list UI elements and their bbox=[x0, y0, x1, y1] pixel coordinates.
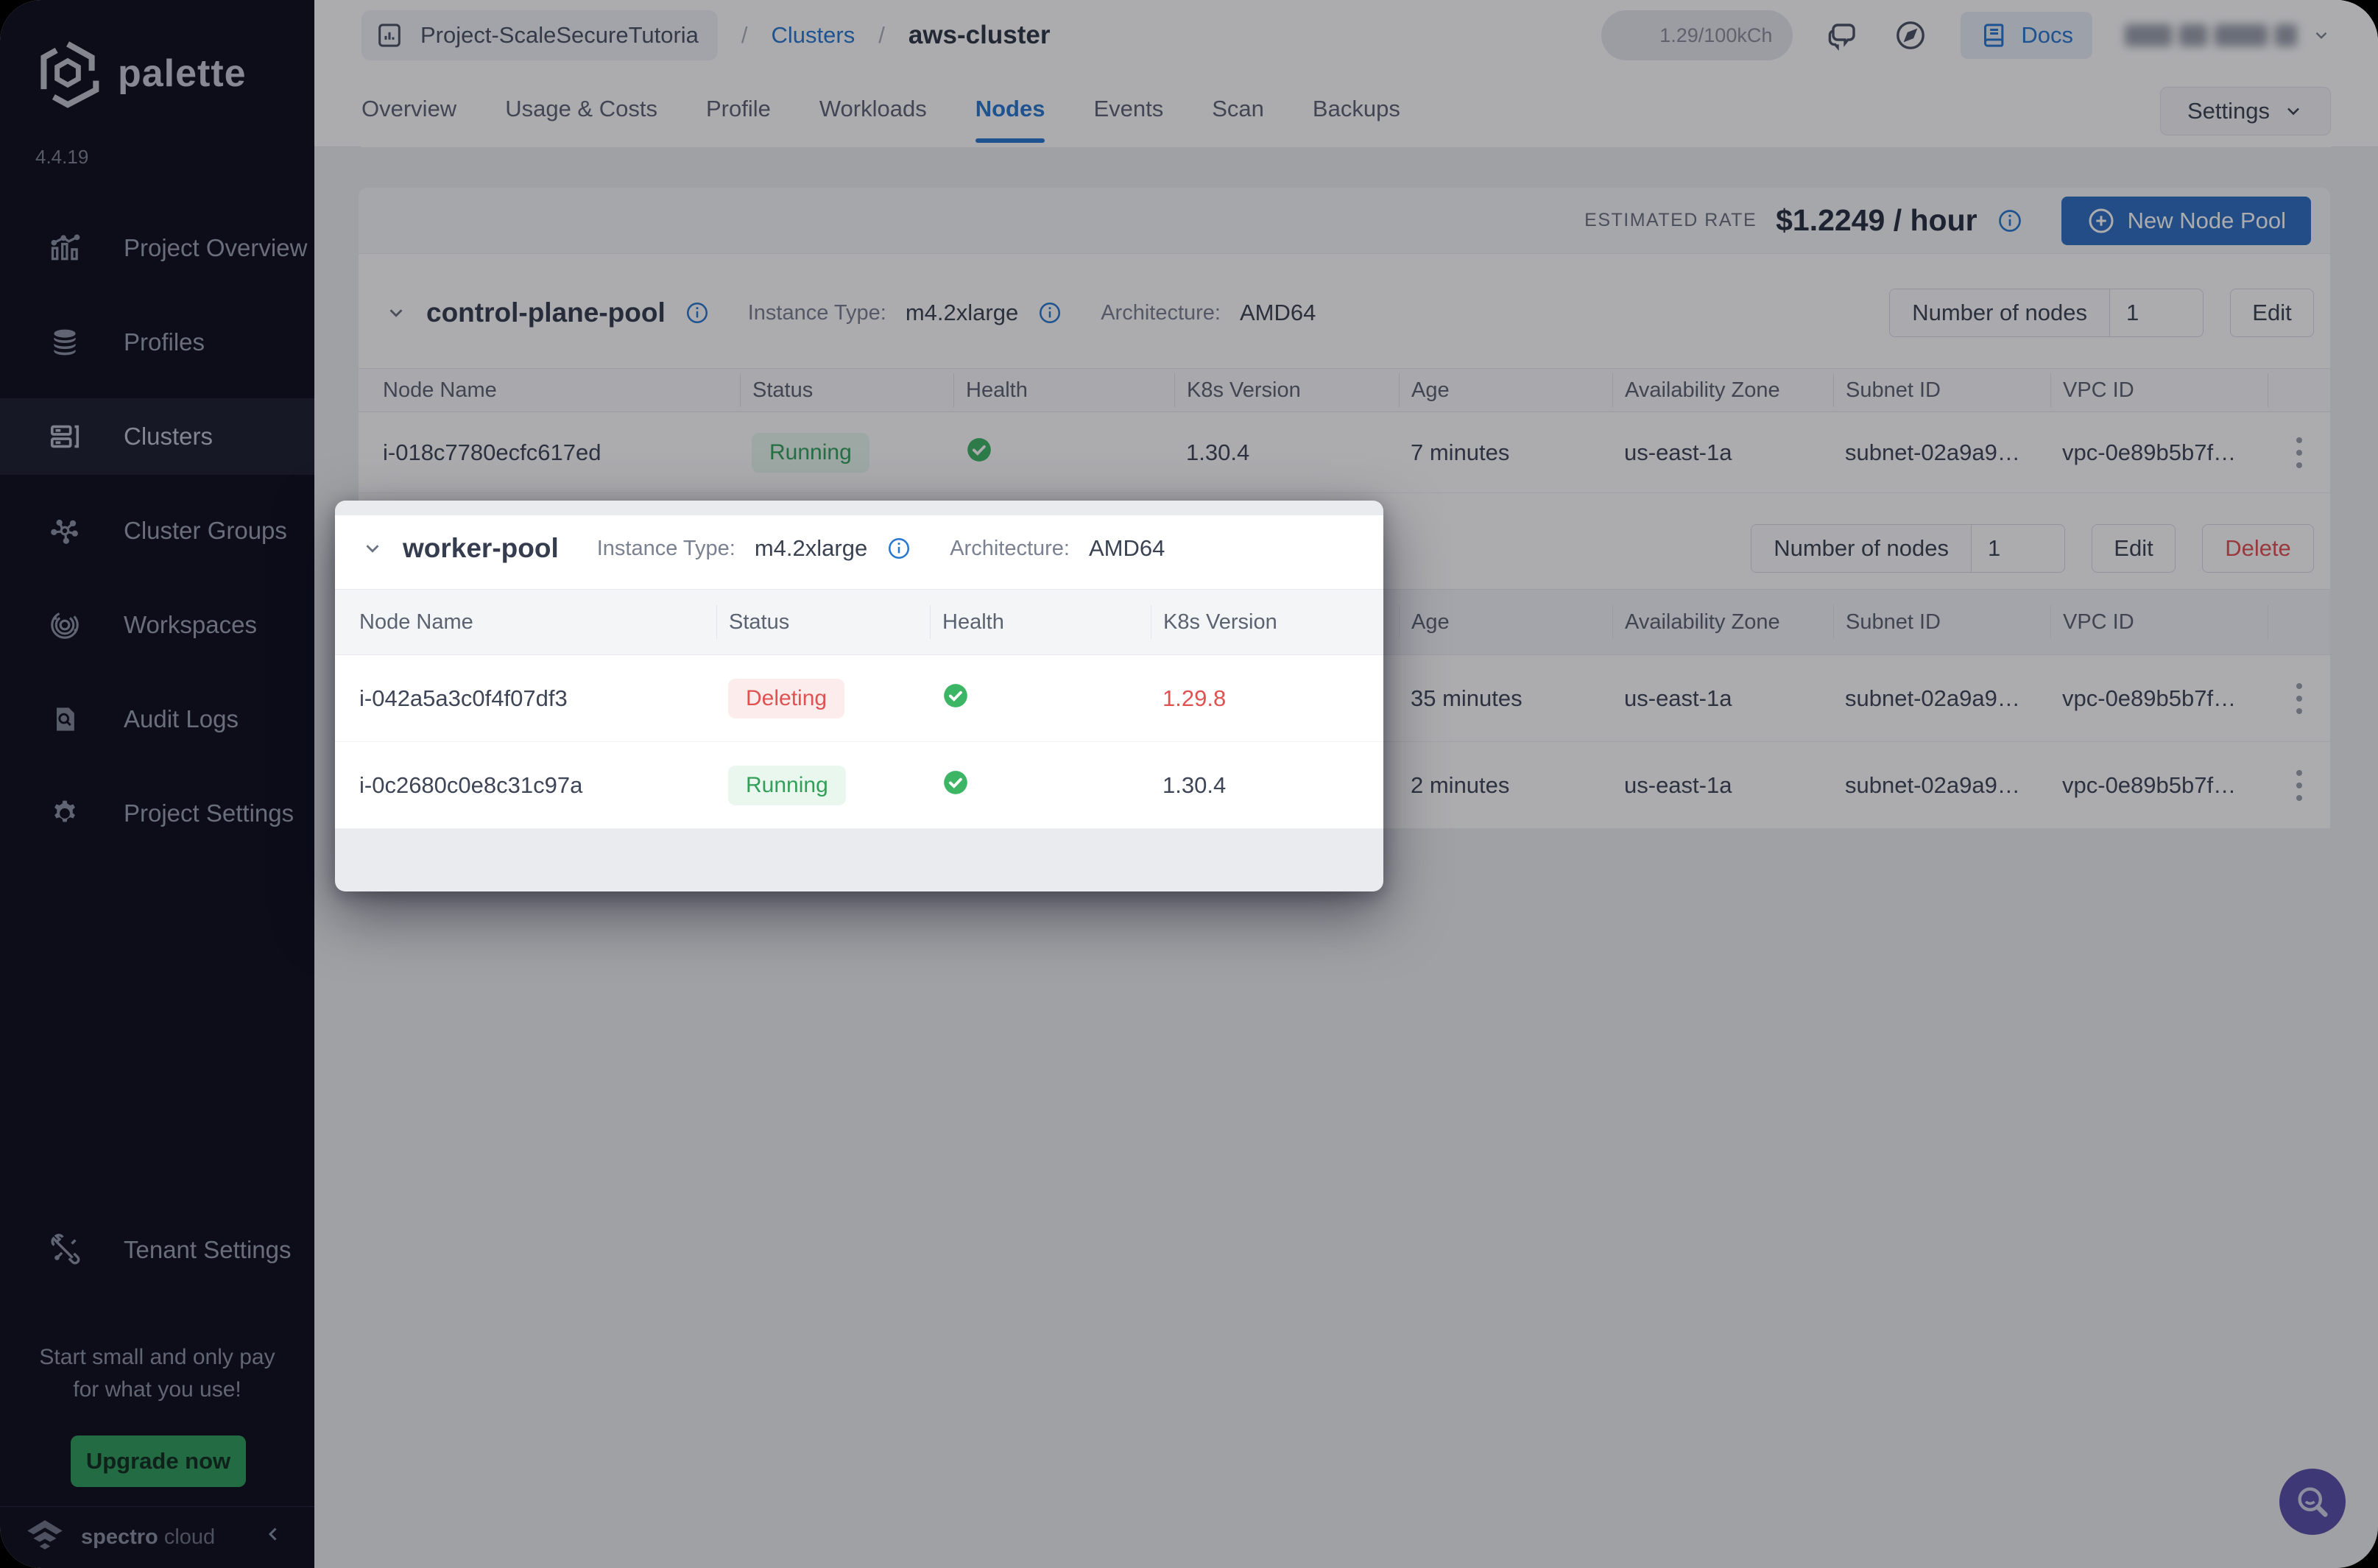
node-name: i-042a5a3c0f4f07df3 bbox=[335, 685, 716, 712]
worker-pool-spotlight: worker-pool Instance Type: m4.2xlarge Ar… bbox=[335, 501, 1383, 891]
architecture-value: AMD64 bbox=[1089, 535, 1165, 562]
k8s-version: 1.29.8 bbox=[1151, 685, 1360, 712]
status-badge: Deleting bbox=[728, 679, 844, 718]
health-check-icon bbox=[942, 682, 970, 710]
status-badge: Running bbox=[728, 766, 846, 805]
node-name: i-0c2680c0e8c31c97a bbox=[335, 772, 716, 799]
table-header: Node Name Status Health K8s Version bbox=[335, 589, 1383, 655]
table-row: i-042a5a3c0f4f07df3 Deleting 1.29.8 bbox=[335, 655, 1383, 742]
instance-type-label: Instance Type: bbox=[597, 537, 735, 561]
k8s-version: 1.30.4 bbox=[1151, 772, 1360, 799]
health-check-icon bbox=[942, 769, 970, 797]
app-window: palette 4.4.19 Project Overview Profiles bbox=[0, 0, 2378, 1568]
table-row: i-0c2680c0e8c31c97a Running 1.30.4 bbox=[335, 742, 1383, 829]
instance-type-value: m4.2xlarge bbox=[755, 535, 867, 562]
pool-name: worker-pool bbox=[403, 533, 559, 564]
info-icon[interactable] bbox=[886, 536, 911, 561]
collapse-pool-icon[interactable] bbox=[361, 537, 384, 559]
worker-pool-header: worker-pool Instance Type: m4.2xlarge Ar… bbox=[335, 515, 1383, 582]
architecture-label: Architecture: bbox=[950, 537, 1070, 561]
